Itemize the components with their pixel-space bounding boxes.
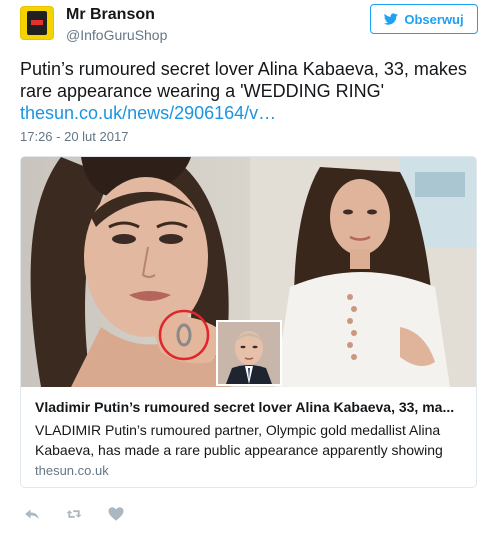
like-heart-icon [108, 507, 124, 521]
portrait-illustration-right [250, 157, 476, 387]
card-inset-photo [216, 320, 282, 386]
tweet-timestamp[interactable]: 17:26 - 20 lut 2017 [20, 129, 128, 144]
twitter-bird-icon [384, 13, 399, 25]
card-photo-right [250, 157, 476, 387]
reply-icon [25, 509, 39, 520]
avatar-phone-icon [27, 11, 47, 35]
inset-portrait-illustration [218, 322, 280, 384]
avatar[interactable] [20, 6, 54, 40]
tweet-text: Putin’s rumoured secret lover Alina Kaba… [20, 59, 467, 101]
author-handle[interactable]: @InfoGuruShop [66, 27, 167, 43]
tweet: Mr Branson @InfoGuruShop Obserwuj Putin’… [0, 0, 492, 536]
reply-button[interactable] [20, 505, 44, 523]
link-card[interactable]: Vladimir Putin’s rumoured secret lover A… [20, 156, 477, 488]
card-domain: thesun.co.uk [35, 463, 109, 478]
follow-button[interactable]: Obserwuj [370, 4, 478, 34]
retweet-icon [66, 510, 82, 518]
card-title[interactable]: Vladimir Putin’s rumoured secret lover A… [35, 399, 465, 415]
tweet-actions [20, 505, 146, 523]
card-image[interactable] [21, 157, 476, 387]
author-name[interactable]: Mr Branson [66, 6, 155, 24]
card-description: VLADIMIR Putin’s rumoured partner, Olymp… [35, 422, 443, 458]
tweet-link[interactable]: thesun.co.uk/news/2906164/v… [20, 103, 276, 124]
like-button[interactable] [104, 505, 128, 523]
retweet-button[interactable] [62, 505, 86, 523]
follow-button-label: Obserwuj [404, 11, 464, 27]
